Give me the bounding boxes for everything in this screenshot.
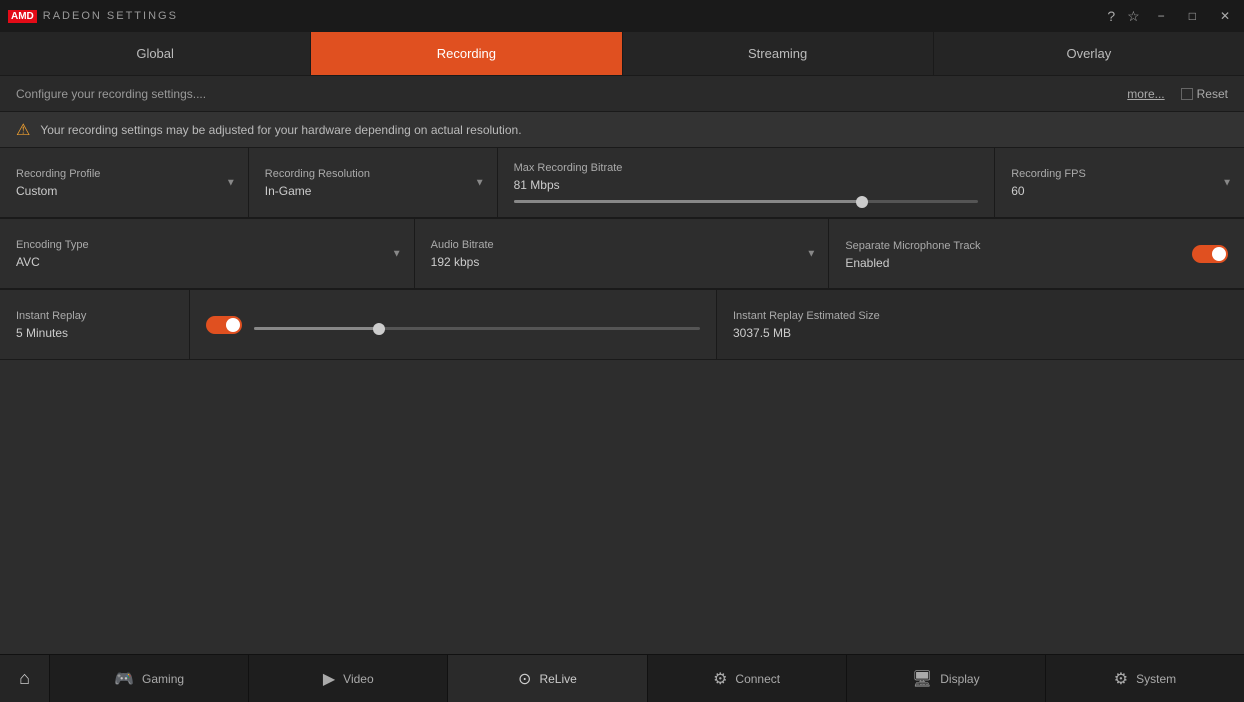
- tab-global[interactable]: Global: [0, 32, 311, 75]
- tab-streaming[interactable]: Streaming: [623, 32, 934, 75]
- configbar-right: more... Reset: [1127, 87, 1228, 101]
- encoding-type-value: AVC: [16, 255, 398, 269]
- separate-mic-info: Separate Microphone Track Enabled: [845, 236, 980, 272]
- settings-row-2: Encoding Type AVC ▼ Audio Bitrate 192 kb…: [0, 219, 1244, 290]
- separate-mic-toggle-knob: [1212, 247, 1226, 261]
- more-link[interactable]: more...: [1127, 87, 1164, 101]
- relive-icon: ⊙: [518, 669, 531, 689]
- warning-text: Your recording settings may be adjusted …: [40, 123, 521, 137]
- encoding-type-dropdown-icon: ▼: [392, 248, 402, 259]
- audio-bitrate-cell[interactable]: Audio Bitrate 192 kbps ▼: [415, 219, 830, 289]
- max-bitrate-cell: Max Recording Bitrate 81 Mbps: [498, 148, 996, 218]
- gaming-icon: 🎮: [114, 669, 134, 689]
- recording-resolution-value: In-Game: [265, 184, 481, 198]
- instant-replay-size-label: Instant Replay Estimated Size: [733, 310, 1228, 322]
- radeon-settings-label: RADEON SETTINGS: [43, 10, 178, 22]
- max-bitrate-slider[interactable]: [514, 200, 979, 203]
- instant-replay-slider-thumb[interactable]: [373, 323, 385, 335]
- home-icon: ⌂: [19, 668, 30, 689]
- instant-replay-toggle-knob: [226, 318, 240, 332]
- instant-replay-label: Instant Replay: [16, 310, 173, 322]
- connect-label: Connect: [735, 672, 780, 686]
- close-button[interactable]: ✕: [1214, 7, 1236, 25]
- audio-bitrate-label: Audio Bitrate: [431, 239, 813, 251]
- max-bitrate-slider-track: [514, 200, 979, 203]
- home-button[interactable]: ⌂: [0, 655, 50, 702]
- display-label: Display: [940, 672, 979, 686]
- amd-logo: AMD RADEON SETTINGS: [8, 10, 178, 23]
- titlebar-right: ? ☆ − □ ✕: [1107, 7, 1236, 25]
- instant-replay-slider[interactable]: [254, 327, 700, 330]
- help-icon[interactable]: ?: [1107, 8, 1115, 24]
- titlebar-left: AMD RADEON SETTINGS: [8, 10, 178, 23]
- bottomnav: ⌂ 🎮 Gaming ▶ Video ⊙ ReLive ⚙ Connect 🖥 …: [0, 654, 1244, 702]
- recording-resolution-cell[interactable]: Recording Resolution In-Game ▼: [249, 148, 498, 218]
- recording-fps-value: 60: [1011, 184, 1228, 198]
- instant-replay-label-cell: Instant Replay 5 Minutes: [0, 290, 190, 359]
- recording-profile-cell[interactable]: Recording Profile Custom ▼: [0, 148, 249, 218]
- reset-button[interactable]: Reset: [1181, 87, 1228, 101]
- star-icon[interactable]: ☆: [1127, 8, 1140, 25]
- video-icon: ▶: [323, 669, 335, 689]
- relive-label: ReLive: [539, 672, 576, 686]
- instant-replay-size-value: 3037.5 MB: [733, 326, 1228, 340]
- video-label: Video: [343, 672, 373, 686]
- max-bitrate-label: Max Recording Bitrate: [514, 162, 979, 174]
- tabbar: Global Recording Streaming Overlay: [0, 32, 1244, 76]
- warning-icon: ⚠: [16, 120, 30, 140]
- system-icon: ⚙: [1114, 669, 1128, 689]
- recording-fps-dropdown-icon: ▼: [1222, 177, 1232, 188]
- configbar-text: Configure your recording settings....: [16, 87, 206, 101]
- titlebar: AMD RADEON SETTINGS ? ☆ − □ ✕: [0, 0, 1244, 32]
- recording-fps-cell[interactable]: Recording FPS 60 ▼: [995, 148, 1244, 218]
- recording-resolution-dropdown-icon: ▼: [475, 177, 485, 188]
- separate-mic-cell: Separate Microphone Track Enabled: [829, 219, 1244, 289]
- maximize-button[interactable]: □: [1183, 7, 1202, 25]
- recording-profile-dropdown-icon: ▼: [226, 177, 236, 188]
- recording-profile-label: Recording Profile: [16, 168, 232, 180]
- settings-row-3: Instant Replay 5 Minutes Instant Replay …: [0, 290, 1244, 360]
- connect-icon: ⚙: [713, 669, 727, 689]
- max-bitrate-slider-fill: [514, 200, 862, 203]
- instant-replay-value: 5 Minutes: [16, 326, 173, 340]
- instant-replay-slider-fill: [254, 327, 379, 330]
- main-content-area: [0, 360, 1244, 628]
- nav-system[interactable]: ⚙ System: [1046, 655, 1244, 702]
- max-bitrate-slider-thumb[interactable]: [856, 196, 868, 208]
- nav-display[interactable]: 🖥 Display: [847, 655, 1046, 702]
- reset-checkbox: [1181, 88, 1193, 100]
- nav-relive[interactable]: ⊙ ReLive: [448, 655, 647, 702]
- instant-replay-size-cell: Instant Replay Estimated Size 3037.5 MB: [717, 290, 1244, 359]
- instant-replay-toggle[interactable]: [206, 316, 242, 334]
- recording-resolution-label: Recording Resolution: [265, 168, 481, 180]
- audio-bitrate-value: 192 kbps: [431, 255, 813, 269]
- recording-profile-value: Custom: [16, 184, 232, 198]
- warningbar: ⚠ Your recording settings may be adjuste…: [0, 112, 1244, 148]
- nav-video[interactable]: ▶ Video: [249, 655, 448, 702]
- audio-bitrate-dropdown-icon: ▼: [806, 248, 816, 259]
- max-bitrate-value: 81 Mbps: [514, 178, 979, 192]
- tab-recording[interactable]: Recording: [311, 32, 622, 75]
- minimize-button[interactable]: −: [1152, 7, 1171, 25]
- recording-fps-label: Recording FPS: [1011, 168, 1228, 180]
- amd-box-label: AMD: [8, 10, 37, 23]
- encoding-type-cell[interactable]: Encoding Type AVC ▼: [0, 219, 415, 289]
- instant-replay-toggle-cell: [190, 290, 717, 359]
- gaming-label: Gaming: [142, 672, 184, 686]
- system-label: System: [1136, 672, 1176, 686]
- separate-mic-toggle[interactable]: [1192, 245, 1228, 263]
- nav-connect[interactable]: ⚙ Connect: [648, 655, 847, 702]
- separate-mic-label: Separate Microphone Track: [845, 240, 980, 252]
- encoding-type-label: Encoding Type: [16, 239, 398, 251]
- settings-row-1: Recording Profile Custom ▼ Recording Res…: [0, 148, 1244, 219]
- display-icon: 🖥: [912, 669, 932, 689]
- instant-replay-slider-track: [254, 327, 700, 330]
- tab-overlay[interactable]: Overlay: [934, 32, 1244, 75]
- nav-gaming[interactable]: 🎮 Gaming: [50, 655, 249, 702]
- configbar: Configure your recording settings.... mo…: [0, 76, 1244, 112]
- separate-mic-value: Enabled: [845, 256, 889, 270]
